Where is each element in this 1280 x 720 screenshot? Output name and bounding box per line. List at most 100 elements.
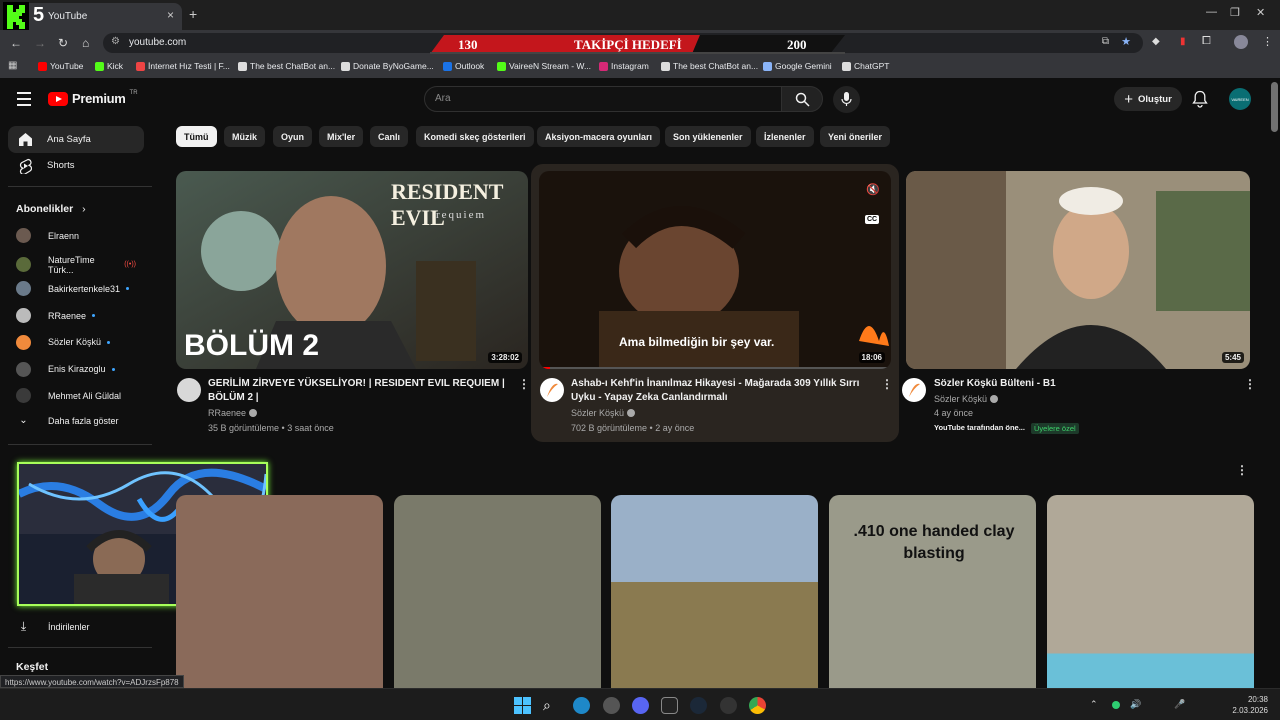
create-button[interactable]: + Oluştur [1114,87,1182,111]
channel-avatar[interactable] [540,378,564,402]
bookmark-item[interactable]: Instagram [599,61,649,71]
bookmark-item[interactable]: YouTube [38,61,83,71]
filter-chip[interactable]: Komedi skeç gösterileri [416,126,534,147]
video-channel[interactable]: Sözler Köşkü [934,392,999,407]
video-thumbnail[interactable]: RESIDENT EVIL requiem BÖLÜM 2 3:28:02 [176,171,528,369]
discord-icon[interactable] [632,697,649,714]
profile-avatar-icon[interactable] [1234,35,1248,49]
video-preview-player[interactable]: 🔇 CC Ama bilmediğin bir şey var. 18:06 [539,171,891,369]
video-title[interactable]: GERİLİM ZİRVEYE YÜKSELİYOR! | RESIDENT E… [208,377,508,405]
bookmark-item[interactable]: Kick [95,61,123,71]
captions-icon[interactable]: CC [865,215,880,224]
filter-chip[interactable]: Son yüklenenler [665,126,751,147]
more-options-icon[interactable]: ⋮ [881,377,893,391]
new-tab-button[interactable]: + [189,6,197,22]
tray-overflow-icon[interactable]: ⌃ [1090,699,1098,710]
filter-chip[interactable]: Aksiyon-macera oyunları [537,126,661,147]
channel-avatar[interactable] [177,378,201,402]
edge-icon[interactable] [573,697,590,714]
notifications-bell-icon[interactable] [1192,90,1208,108]
subscription-item[interactable]: NatureTime Türk... ((•)) [16,255,136,275]
sidebar-item-home[interactable]: Ana Sayfa [8,126,144,153]
shorts-more-options-icon[interactable]: ⋮ [1236,463,1248,477]
extension-icon[interactable]: ◆ [1152,36,1160,47]
sidebar-divider [8,444,152,445]
filter-chip[interactable]: Oyun [273,126,313,147]
filter-chip[interactable]: Yeni öneriler [820,126,891,147]
show-more-button[interactable]: ⌄ Daha fazla göster [16,415,136,426]
filter-chip[interactable]: Mix'ler [319,126,364,147]
epic-games-icon[interactable] [661,697,678,714]
mute-icon[interactable]: 🔇 [866,183,880,196]
short-thumbnail[interactable] [176,495,383,688]
bookmark-item[interactable]: The best ChatBot an... [661,61,758,71]
close-window-button[interactable]: ✕ [1256,6,1265,19]
app-icon[interactable] [603,697,620,714]
bookmark-item[interactable]: ChatGPT [842,61,889,71]
short-thumbnail[interactable] [394,495,601,688]
subscription-item[interactable]: Enis Kirazoglu [16,361,136,377]
filter-chip[interactable]: Canlı [370,126,409,147]
subscription-item[interactable]: Mehmet Ali Güldal [16,388,136,404]
channel-avatar[interactable] [902,378,926,402]
subscription-item[interactable]: Elraenn [16,228,136,243]
page-scrollbar[interactable] [1271,82,1278,132]
back-icon[interactable]: ← [10,36,22,50]
sidebar-item-shorts[interactable]: Shorts [8,152,144,179]
voice-search-button[interactable] [833,86,860,113]
filter-chip[interactable]: Müzik [224,126,266,147]
youtube-premium-logo[interactable]: Premium TR [48,90,138,106]
short-thumbnail[interactable] [611,495,818,688]
install-app-icon[interactable]: ⧉ [1102,36,1109,47]
bookmark-item[interactable]: Outlook [443,61,484,71]
bookmark-item[interactable]: The best ChatBot an... [238,61,335,71]
bookmark-item[interactable]: VaireeN Stream - W... [497,61,591,71]
site-info-icon[interactable]: ⚙ [111,36,120,47]
extension-red-icon[interactable]: ▮ [1180,36,1186,47]
video-channel[interactable]: RRaenee [208,406,258,421]
video-meta: 4 ay önce [934,408,974,418]
account-avatar[interactable]: VAIREEN [1229,88,1251,110]
filter-chip[interactable]: İzlenenler [756,126,814,147]
search-input[interactable]: Ara [424,86,782,112]
plus-icon: + [1124,90,1133,108]
subscription-item[interactable]: Sözler Köşkü [16,334,136,350]
maximize-button[interactable]: ❐ [1230,6,1240,19]
bookmark-item[interactable]: Google Gemini [763,61,832,71]
search-button[interactable] [781,86,823,112]
bookmark-star-icon[interactable]: ★ [1121,35,1131,48]
extensions-puzzle-icon[interactable]: ⧠ [1202,35,1211,48]
short-thumbnail[interactable] [1047,495,1254,688]
hamburger-menu-icon[interactable] [17,92,31,110]
obs-icon[interactable] [720,697,737,714]
start-menu-icon[interactable] [514,697,531,714]
taskbar-search-icon[interactable]: ⌕ [543,697,560,714]
forward-icon[interactable]: → [34,36,46,50]
bookmark-item[interactable]: İnternet Hız Testi | F... [136,61,230,71]
subscriptions-heading[interactable]: Abonelikler › [16,203,86,215]
filter-chip[interactable]: Tümü [176,126,217,147]
browser-menu-icon[interactable]: ⋮ [1262,35,1273,48]
video-channel[interactable]: Sözler Köşkü [571,406,636,421]
subscription-item[interactable]: RRaenee [16,308,136,324]
video-title[interactable]: Sözler Köşkü Bülteni - B1 [934,377,1234,391]
reload-icon[interactable]: ↻ [58,36,68,50]
chrome-icon[interactable] [749,697,766,714]
bookmark-item[interactable]: Donate ByNoGame... [341,61,434,71]
apps-grid-icon[interactable]: ▦ [8,60,17,71]
short-thumbnail[interactable]: .410 one handed clay blasting [829,495,1036,688]
microphone-icon[interactable]: 🎤 [1174,699,1185,710]
tab-close-icon[interactable]: × [167,8,174,22]
taskbar-clock[interactable]: 20:38 2.03.2026 [1232,694,1268,716]
subscription-item[interactable]: Bakirkertenkele31 [16,281,136,297]
sidebar-item-downloads[interactable]: ⤓ İndirilenler [16,619,136,634]
minimize-button[interactable]: — [1206,6,1217,18]
video-title[interactable]: Ashab-ı Kehf'in İnanılmaz Hikayesi - Mağ… [571,377,871,405]
speaker-icon[interactable]: 🔊 [1130,699,1141,710]
video-thumbnail[interactable]: 5:45 [906,171,1250,369]
tray-app-icon[interactable] [1112,701,1120,709]
steam-icon[interactable] [690,697,707,714]
home-icon[interactable]: ⌂ [82,36,89,50]
more-options-icon[interactable]: ⋮ [1244,377,1256,391]
more-options-icon[interactable]: ⋮ [518,377,530,391]
